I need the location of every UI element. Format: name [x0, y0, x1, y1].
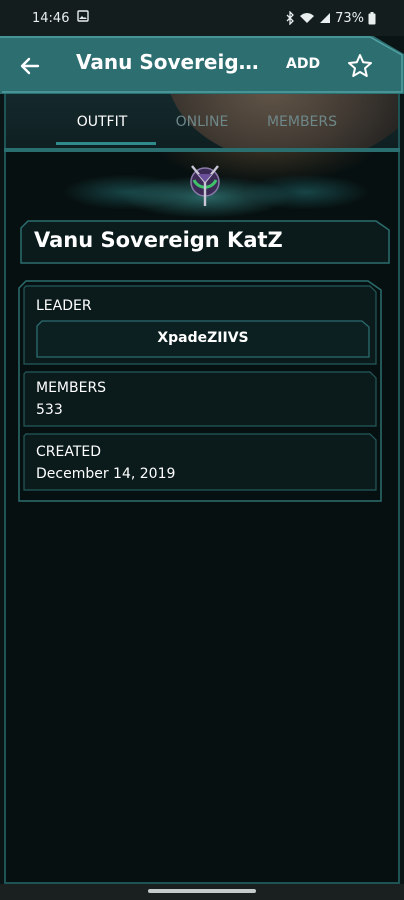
system-nav-bar	[0, 884, 404, 900]
leader-label: LEADER	[36, 298, 92, 314]
leader-button[interactable]: XpadeZIIVS	[36, 320, 370, 358]
outfit-details: LEADER XpadeZIIVS MEMBERS 533 CREATED De…	[18, 280, 382, 502]
members-count: 533	[36, 402, 63, 418]
star-icon	[348, 54, 372, 77]
tab-outfit[interactable]: OUTFIT	[52, 114, 152, 130]
vanu-emblem-icon	[190, 165, 220, 206]
signal-icon	[319, 12, 331, 24]
favorite-button[interactable]	[344, 50, 376, 82]
add-button[interactable]: ADD	[286, 56, 320, 72]
outfit-name: Vanu Sovereign KatZ	[34, 228, 283, 252]
active-tab-indicator	[56, 142, 156, 145]
app-bar: Vanu Sovereign KatZ ADD	[0, 36, 404, 94]
outfit-panel: Vanu Sovereign KatZ LEADER XpadeZIIVS ME…	[4, 152, 400, 884]
status-time: 14:46	[32, 10, 70, 26]
created-label: CREATED	[36, 444, 102, 460]
bluetooth-icon	[285, 11, 295, 25]
gallery-icon	[77, 10, 90, 26]
arrow-left-icon	[20, 57, 40, 75]
tab-bar: OUTFIT ONLINE MEMBERS	[4, 94, 400, 150]
outfit-name-card: Vanu Sovereign KatZ	[20, 220, 390, 264]
tab-online[interactable]: ONLINE	[152, 114, 252, 130]
back-button[interactable]	[14, 50, 46, 82]
battery-icon	[368, 11, 376, 25]
app-title: Vanu Sovereign KatZ	[76, 50, 266, 74]
created-date: December 14, 2019	[36, 466, 176, 482]
battery-level: 73%	[335, 10, 364, 26]
tab-members[interactable]: MEMBERS	[252, 114, 352, 130]
status-bar: 14:46 73%	[0, 0, 404, 36]
home-gesture-handle[interactable]	[148, 889, 256, 893]
members-label: MEMBERS	[36, 380, 107, 396]
faction-banner	[6, 152, 398, 222]
wifi-icon	[299, 12, 315, 24]
leader-name: XpadeZIIVS	[157, 330, 249, 346]
